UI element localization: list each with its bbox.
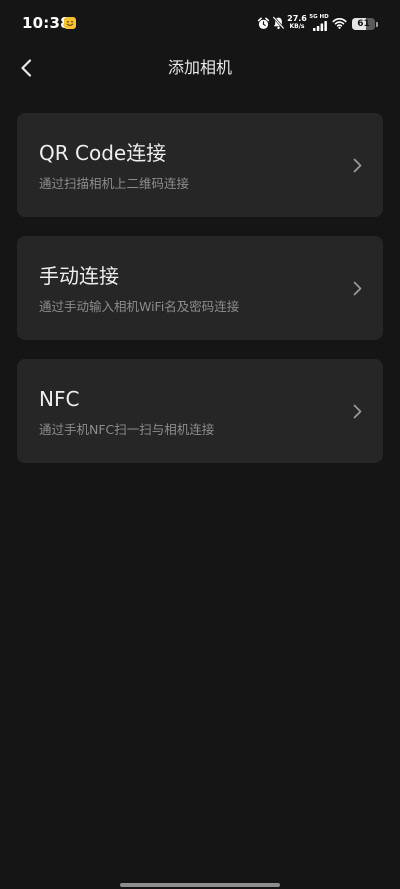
cellular-signal-icon — [313, 21, 327, 31]
bell-off-icon — [272, 16, 285, 30]
battery-tip — [375, 21, 378, 27]
network-speed-value: 27.6 — [287, 14, 307, 23]
chevron-right-icon — [353, 404, 362, 419]
option-title: NFC — [39, 387, 80, 411]
option-card-nfc[interactable]: NFC 通过手机NFC扫一扫与相机连接 — [17, 359, 383, 463]
network-speed-unit: KB/s — [289, 23, 305, 30]
option-card-manual[interactable]: 手动连接 通过手动输入相机WiFi名及密码连接 — [17, 236, 383, 340]
page-title: 添加相机 — [167, 58, 232, 77]
smiley-app-icon — [64, 17, 76, 29]
network-type-label: 5G HD — [309, 14, 329, 20]
home-indicator[interactable] — [120, 883, 280, 887]
status-bar: 10:38 27.6 KB/s 5G HD 61 — [0, 0, 400, 44]
battery-level-text: 61 — [357, 19, 370, 29]
wifi-icon — [332, 17, 347, 29]
option-title: 手动连接 — [39, 264, 119, 288]
option-subtitle: 通过手动输入相机WiFi名及密码连接 — [39, 299, 240, 314]
chevron-right-icon — [353, 281, 362, 296]
chevron-right-icon — [353, 158, 362, 173]
alarm-icon — [257, 17, 270, 30]
option-title: QR Code连接 — [39, 141, 167, 165]
battery-body: 61 — [352, 18, 375, 30]
option-card-qr-code[interactable]: QR Code连接 通过扫描相机上二维码连接 — [17, 113, 383, 217]
option-subtitle: 通过手机NFC扫一扫与相机连接 — [39, 422, 215, 437]
battery-icon: 61 — [352, 18, 378, 30]
option-subtitle: 通过扫描相机上二维码连接 — [39, 176, 190, 191]
network-speed: 27.6 KB/s — [287, 15, 307, 31]
